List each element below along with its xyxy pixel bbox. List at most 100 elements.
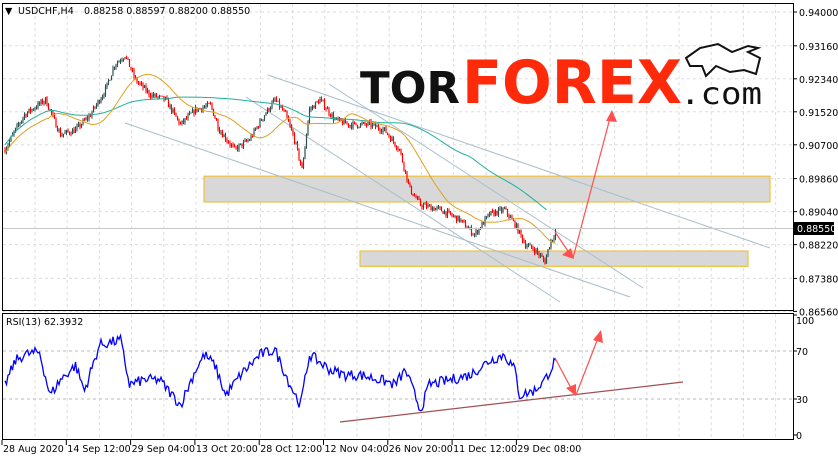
candle bbox=[353, 121, 356, 125]
candle bbox=[148, 89, 150, 98]
candle bbox=[43, 100, 45, 106]
trend-line-lower[interactable] bbox=[124, 122, 631, 298]
candle bbox=[461, 219, 464, 223]
candle bbox=[149, 92, 152, 100]
candle bbox=[275, 96, 278, 103]
candle bbox=[455, 215, 458, 224]
candle bbox=[314, 101, 317, 110]
candle bbox=[434, 208, 437, 211]
candle bbox=[289, 118, 291, 129]
candle bbox=[55, 117, 57, 128]
candle bbox=[406, 171, 408, 183]
price-tick-label: 0.91520 bbox=[799, 108, 838, 119]
candle bbox=[310, 106, 312, 112]
candle bbox=[172, 107, 174, 114]
time-tick-label: 12 Nov 04:00 bbox=[325, 444, 389, 455]
candle bbox=[109, 79, 111, 81]
candle bbox=[46, 96, 48, 107]
candle bbox=[20, 120, 23, 124]
candle bbox=[454, 214, 456, 219]
candle bbox=[323, 98, 326, 111]
candle bbox=[350, 122, 353, 130]
candle bbox=[268, 107, 270, 112]
bull-icon bbox=[684, 42, 762, 78]
candle bbox=[67, 128, 69, 133]
candle bbox=[125, 55, 128, 60]
candle bbox=[286, 110, 288, 119]
candle bbox=[283, 108, 285, 113]
candle bbox=[368, 119, 371, 126]
candle bbox=[194, 104, 197, 115]
candle bbox=[65, 129, 68, 136]
candle bbox=[358, 126, 360, 129]
candle bbox=[74, 126, 77, 134]
candle bbox=[170, 104, 173, 115]
candle bbox=[553, 234, 555, 243]
candle bbox=[346, 121, 348, 125]
price-zone[interactable] bbox=[359, 250, 749, 267]
candle bbox=[266, 107, 269, 114]
candle bbox=[548, 247, 551, 250]
symbol-dropdown-icon[interactable]: ▼ bbox=[5, 6, 13, 17]
time-tick-label: 29 Dec 08:00 bbox=[517, 444, 581, 455]
candle bbox=[271, 100, 273, 110]
candle bbox=[208, 102, 210, 104]
candle bbox=[518, 229, 521, 234]
candle bbox=[193, 109, 195, 117]
candle bbox=[349, 124, 351, 129]
candle bbox=[79, 121, 81, 130]
candle bbox=[127, 57, 129, 61]
candle bbox=[428, 204, 431, 207]
price-zone[interactable] bbox=[203, 175, 771, 203]
candle bbox=[257, 125, 260, 129]
candle bbox=[437, 205, 440, 210]
rsi-arrow-down-head-icon bbox=[566, 384, 576, 396]
candle bbox=[122, 58, 125, 62]
candle bbox=[34, 106, 36, 112]
candle bbox=[223, 133, 225, 138]
candle bbox=[274, 96, 276, 103]
ohlc-readout: 0.88258 0.88597 0.88200 0.88550 bbox=[84, 6, 250, 17]
candle bbox=[262, 119, 264, 122]
candle bbox=[40, 98, 42, 106]
candle bbox=[311, 104, 314, 111]
candle bbox=[230, 143, 233, 148]
candle bbox=[97, 99, 99, 107]
candle bbox=[236, 144, 239, 152]
candle bbox=[470, 224, 473, 237]
candle bbox=[416, 195, 419, 201]
candle bbox=[130, 66, 132, 71]
candle bbox=[418, 195, 420, 201]
candle bbox=[277, 100, 279, 102]
candle bbox=[242, 139, 245, 149]
candle bbox=[325, 107, 327, 112]
candle bbox=[41, 98, 44, 105]
candle bbox=[398, 148, 401, 151]
candle bbox=[110, 75, 113, 81]
candle bbox=[473, 233, 476, 238]
candle bbox=[233, 143, 236, 148]
candle bbox=[71, 128, 74, 135]
candle bbox=[260, 118, 263, 121]
candle bbox=[499, 205, 501, 211]
candle bbox=[422, 202, 425, 210]
candle bbox=[23, 112, 26, 121]
candle bbox=[352, 120, 354, 130]
candle bbox=[256, 126, 258, 130]
candle bbox=[508, 213, 510, 221]
time-axis: 28 Aug 2020 14 Sep 12:00 29 Sep 04:00 13 Oc… bbox=[1, 440, 581, 455]
candle bbox=[316, 100, 318, 103]
candle bbox=[362, 121, 365, 125]
price-tick-label: 0.88220 bbox=[799, 241, 838, 252]
candle bbox=[115, 63, 117, 70]
candle bbox=[142, 82, 144, 91]
candle bbox=[308, 106, 311, 125]
candle bbox=[232, 142, 234, 148]
candle bbox=[220, 129, 222, 136]
candle bbox=[103, 92, 105, 99]
candle bbox=[124, 56, 126, 60]
price-tick-label: 0.89040 bbox=[799, 208, 838, 219]
candle bbox=[244, 137, 246, 143]
rsi-axis: 100 70 30 0 bbox=[793, 314, 814, 442]
candle bbox=[365, 122, 368, 128]
